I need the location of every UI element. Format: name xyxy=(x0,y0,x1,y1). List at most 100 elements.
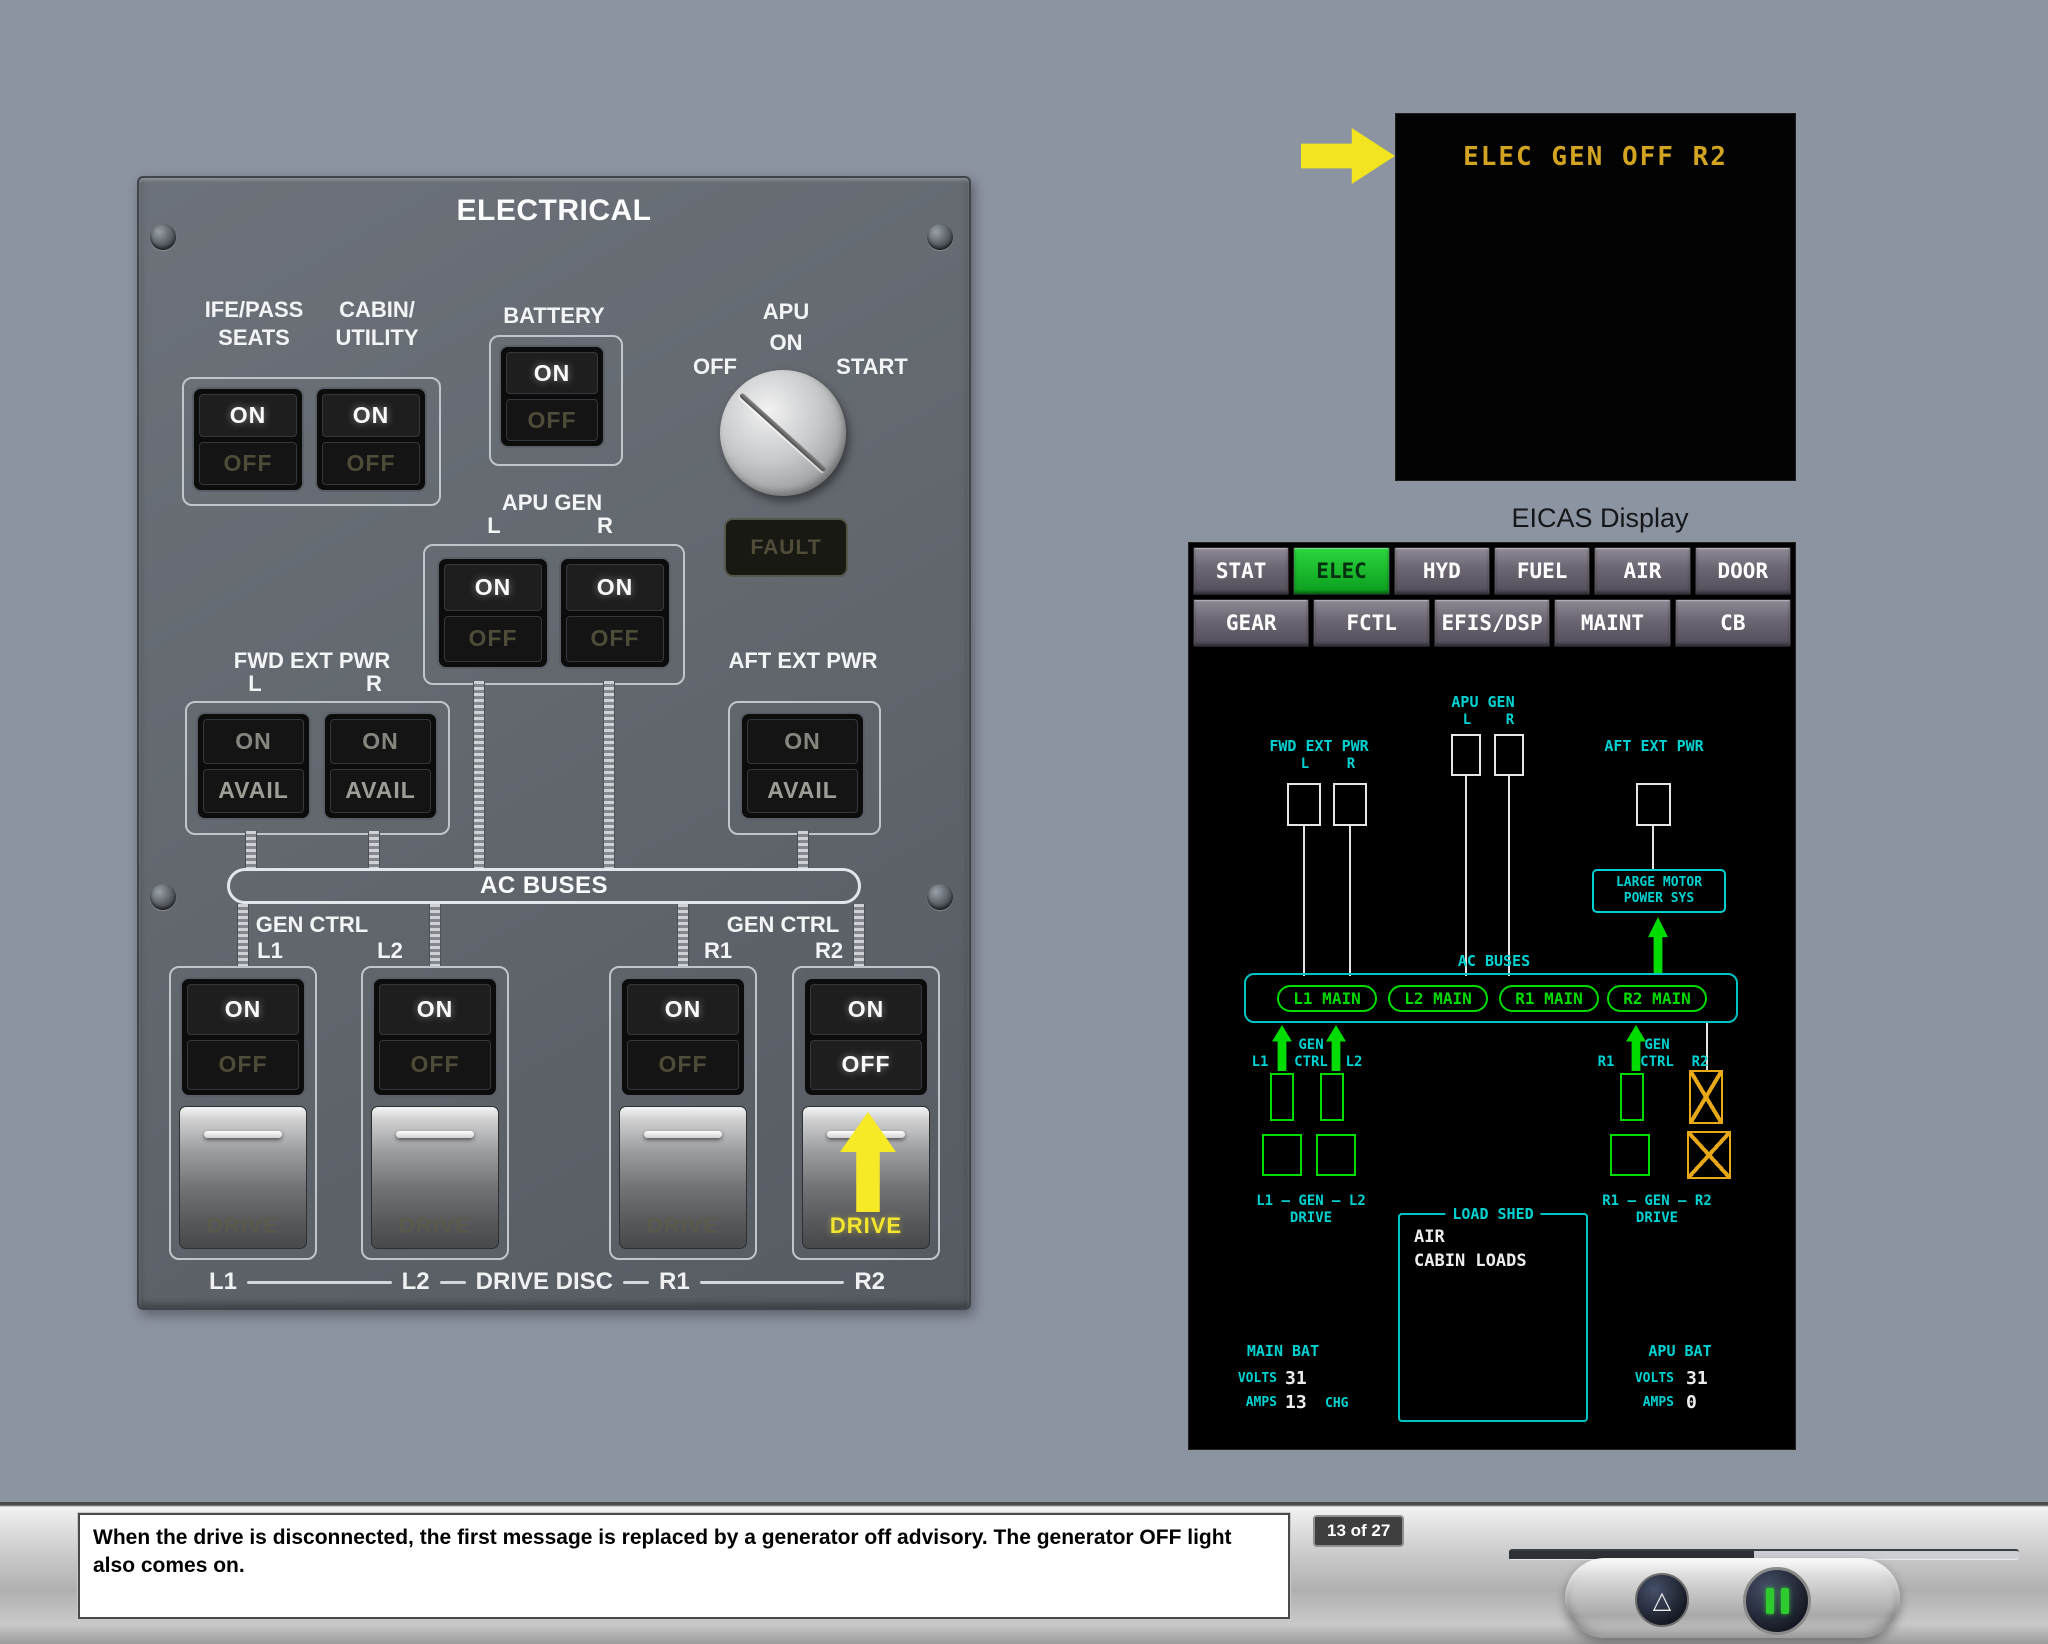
apu-gen-l-on-legend: ON xyxy=(444,564,542,611)
fault-legend: FAULT xyxy=(750,535,822,559)
tab-air[interactable]: AIR xyxy=(1594,547,1691,595)
tab-maint[interactable]: MAINT xyxy=(1554,599,1671,647)
apu-label: APU xyxy=(762,299,810,324)
tab-stat[interactable]: STAT xyxy=(1193,547,1290,595)
advisory-message: ELEC GEN OFF R2 xyxy=(1463,142,1728,172)
cable-conduit xyxy=(473,681,485,868)
fwd-l-avail-legend: AVAIL xyxy=(203,768,304,813)
footer-bar: When the drive is disconnected, the firs… xyxy=(0,1502,2048,1644)
syn-main-volts-value: 31 xyxy=(1285,1368,1307,1389)
l2-guard-cover[interactable]: DRIVE xyxy=(371,1106,499,1249)
tab-fuel[interactable]: FUEL xyxy=(1493,547,1591,595)
l1-guard-cover[interactable]: DRIVE xyxy=(179,1106,307,1249)
gen-ctrl-r1-label: R1 xyxy=(703,938,733,963)
battery-switch[interactable]: ON OFF xyxy=(499,345,605,448)
battery-label: BATTERY xyxy=(503,303,605,328)
large-motor-line2: POWER SYS xyxy=(1623,891,1695,906)
ac-buses-label: AC BUSES xyxy=(479,872,609,899)
battery-on-legend: ON xyxy=(506,352,598,394)
screw-icon xyxy=(150,224,176,250)
r2-guard-cover[interactable]: DRIVE xyxy=(802,1106,930,1249)
eicas-display: STAT ELEC HYD FUEL AIR DOOR GEAR FCTL EF… xyxy=(1188,542,1796,1450)
l2-off-legend: OFF xyxy=(379,1039,491,1090)
cabin-off-legend: OFF xyxy=(322,442,420,485)
syn-load-shed-title: LOAD SHED xyxy=(1445,1205,1541,1223)
r1-guard-cover[interactable]: DRIVE xyxy=(619,1106,747,1249)
syn-fwd-ext-r-symbol xyxy=(1333,783,1367,826)
syn-l1-generator xyxy=(1262,1134,1302,1176)
tab-efis-dsp[interactable]: EFIS/DSP xyxy=(1433,599,1551,647)
apu-gen-r-switch[interactable]: ON OFF xyxy=(559,557,671,669)
fwd-r-on-legend: ON xyxy=(330,719,431,764)
syn-load-cabin: CABIN LOADS xyxy=(1414,1251,1527,1271)
syn-feeder-line xyxy=(1652,826,1654,869)
cabin-utility-label: CABIN/UTILITY xyxy=(335,297,419,350)
syn-apu-bat-title: APU BAT xyxy=(1648,1342,1712,1360)
syn-l-gen-line-label: L1 – GEN – L2 xyxy=(1256,1193,1366,1209)
apu-gen-l-off-legend: OFF xyxy=(444,615,542,662)
tab-cb[interactable]: CB xyxy=(1674,599,1792,647)
tab-gear[interactable]: GEAR xyxy=(1193,599,1310,647)
guard-bar xyxy=(395,1131,475,1138)
apu-gen-l-switch[interactable]: ON OFF xyxy=(437,557,549,669)
narration-caption: When the drive is disconnected, the firs… xyxy=(78,1513,1290,1619)
syn-r2-breaker-failed xyxy=(1689,1070,1723,1124)
syn-load-shed-box: LOAD SHED AIR CABIN LOADS xyxy=(1398,1205,1588,1422)
eicas-display-caption: EICAS Display xyxy=(1511,503,1689,533)
apu-gen-switch-group: ON OFF ON OFF xyxy=(423,544,685,685)
apu-gen-r-label: R xyxy=(597,513,613,538)
up-triangle-icon: △ xyxy=(1652,1586,1672,1614)
cable-conduit xyxy=(429,904,441,966)
pause-button[interactable] xyxy=(1743,1567,1811,1635)
syn-apu-gen-r-symbol xyxy=(1494,734,1524,776)
syn-apu-gen-l-symbol xyxy=(1451,734,1481,776)
apu-gen-r-off-legend: OFF xyxy=(566,615,664,662)
gen-ctrl-r1-switch[interactable]: ON OFF DRIVE xyxy=(609,966,757,1260)
fwd-ext-pwr-r-switch[interactable]: ON AVAIL xyxy=(323,712,438,820)
pause-icon xyxy=(1765,1588,1774,1614)
drive-disc-r2: R2 xyxy=(854,1268,886,1295)
syn-main-amps-label: AMPS xyxy=(1245,1395,1277,1410)
l1-annunciator: ON OFF xyxy=(180,977,306,1097)
syn-gen-right: GEN xyxy=(1644,1037,1670,1053)
syn-l-drive-label: DRIVE xyxy=(1289,1210,1333,1226)
syn-bus-r1-main: R1 MAIN xyxy=(1499,985,1599,1012)
aft-ext-pwr-switch[interactable]: ON AVAIL xyxy=(740,712,865,820)
callout-arrow-up-icon xyxy=(840,1112,896,1212)
gen-ctrl-l2-label: L2 xyxy=(377,938,403,963)
playback-controls: △ xyxy=(1565,1558,1900,1638)
syn-feeder-line xyxy=(1349,826,1351,976)
apu-gen-l-label: L xyxy=(487,513,501,538)
gen-ctrl-r2-switch[interactable]: ON OFF DRIVE xyxy=(792,966,940,1260)
tab-hyd[interactable]: HYD xyxy=(1393,547,1490,595)
gen-ctrl-l1-switch[interactable]: ON OFF DRIVE xyxy=(169,966,317,1260)
syn-fwd-r: R xyxy=(1346,756,1356,772)
r1-on-legend: ON xyxy=(627,984,739,1035)
syn-bus-l2-main: L2 MAIN xyxy=(1388,985,1488,1012)
syn-r-gen-line-label: R1 – GEN – R2 xyxy=(1602,1193,1712,1209)
syn-main-chg-label: CHG xyxy=(1325,1396,1349,1411)
apu-on-position-label: ON xyxy=(769,330,803,355)
fwd-ext-pwr-l-switch[interactable]: ON AVAIL xyxy=(196,712,311,820)
tab-fctl[interactable]: FCTL xyxy=(1313,599,1430,647)
tab-elec[interactable]: ELEC xyxy=(1293,547,1390,595)
syn-r1-generator xyxy=(1610,1134,1650,1176)
syn-main-bat-title: MAIN BAT xyxy=(1246,1342,1320,1360)
syn-r1-breaker xyxy=(1620,1073,1644,1121)
ife-pass-seats-switch[interactable]: ON OFF xyxy=(192,387,304,492)
apu-off-position-label: OFF xyxy=(693,354,737,379)
syn-main-amps-value: 13 xyxy=(1285,1392,1307,1413)
syn-l2-breaker xyxy=(1320,1073,1344,1121)
eject-button[interactable]: △ xyxy=(1635,1573,1689,1627)
cabin-utility-switch[interactable]: ON OFF xyxy=(315,387,427,492)
cable-conduit xyxy=(603,681,615,868)
legend-line xyxy=(623,1280,650,1284)
syn-aft-ext-symbol xyxy=(1636,783,1671,826)
l1-off-legend: OFF xyxy=(187,1039,299,1090)
apu-selector-knob[interactable] xyxy=(720,370,846,496)
tab-door[interactable]: DOOR xyxy=(1694,547,1791,595)
syn-r2-generator-failed xyxy=(1687,1131,1731,1179)
gen-ctrl-right-label: GEN CTRL xyxy=(726,912,840,937)
syn-apu-gen-r: R xyxy=(1505,712,1515,728)
gen-ctrl-l2-switch[interactable]: ON OFF DRIVE xyxy=(361,966,509,1260)
